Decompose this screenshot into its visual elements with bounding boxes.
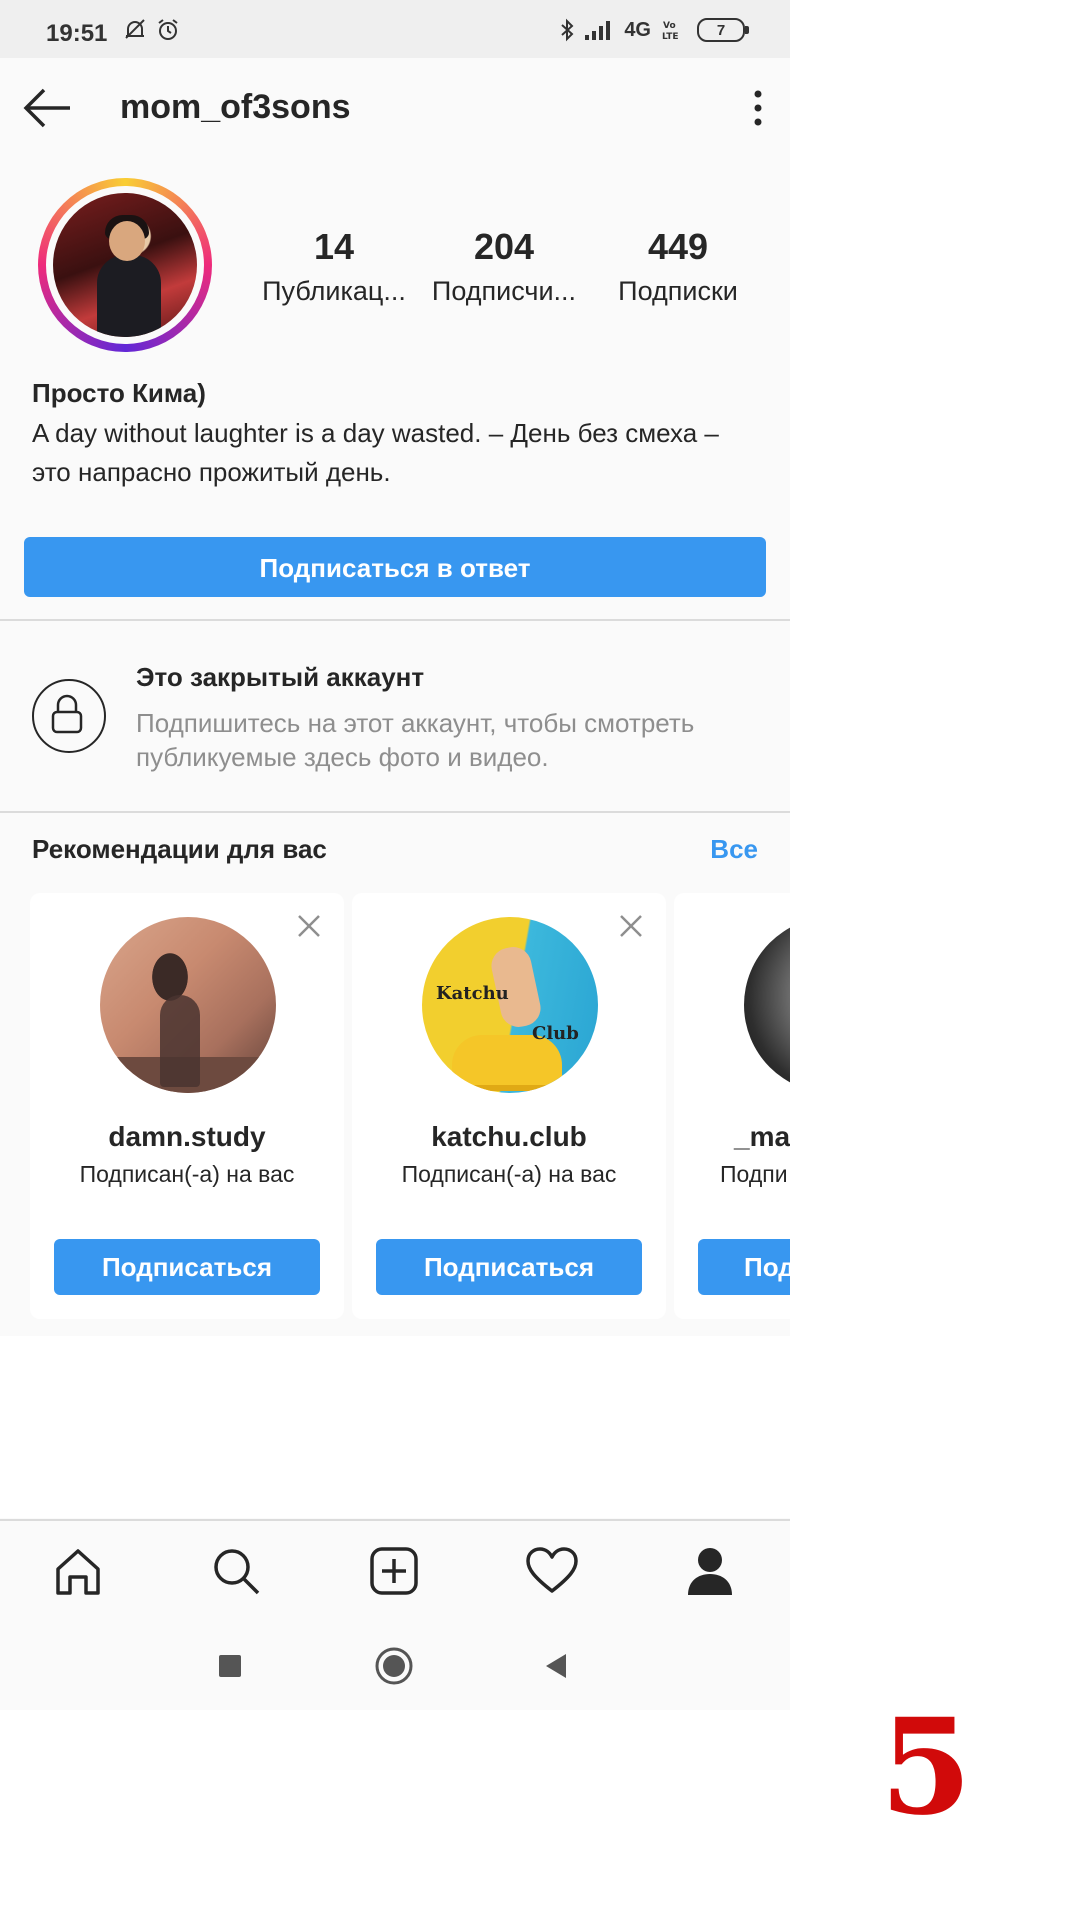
bottom-navigation bbox=[0, 1519, 790, 1621]
status-right: 4G Vo LTE 7 bbox=[560, 18, 749, 42]
battery-indicator: 7 bbox=[697, 18, 749, 42]
stat-following-label: Подписки bbox=[618, 276, 738, 306]
battery-level: 7 bbox=[716, 21, 726, 39]
suggestion-avatar[interactable] bbox=[100, 917, 276, 1093]
suggestion-username[interactable]: _mar bbox=[734, 1121, 790, 1153]
divider bbox=[0, 619, 790, 621]
see-all-link[interactable]: Все bbox=[710, 834, 758, 865]
private-lock-badge bbox=[32, 679, 106, 753]
alarm-icon bbox=[158, 19, 178, 40]
home-button-icon[interactable] bbox=[374, 1646, 414, 1686]
stat-following-count: 449 bbox=[647, 226, 709, 267]
search-icon[interactable] bbox=[208, 1543, 264, 1599]
suggestion-username[interactable]: damn.study bbox=[30, 1121, 344, 1153]
status-left-icons bbox=[124, 18, 180, 42]
profile-avatar bbox=[53, 193, 197, 337]
bio-name: Просто Кима) bbox=[32, 378, 206, 408]
stat-posts-label: Публикац... bbox=[262, 276, 406, 306]
suggestion-card[interactable]: _mar Подпи Под bbox=[674, 893, 790, 1319]
suggestion-card[interactable]: damn.study Подписан(-а) на вас Подписать… bbox=[30, 893, 344, 1319]
status-time: 19:51 bbox=[46, 20, 108, 47]
bluetooth-icon bbox=[561, 18, 574, 42]
more-options-icon[interactable] bbox=[746, 84, 770, 132]
activity-heart-icon[interactable] bbox=[524, 1543, 580, 1599]
overlay-number: 5 bbox=[880, 1690, 972, 1845]
stat-followers[interactable]: 204 Подписчи... bbox=[424, 226, 584, 307]
add-post-icon[interactable] bbox=[366, 1543, 422, 1599]
recent-apps-icon[interactable] bbox=[210, 1646, 250, 1686]
volte-icon: Vo LTE bbox=[662, 21, 679, 41]
bio-text: A day without laughter is a day wasted. … bbox=[32, 418, 719, 487]
status-bar: 19:51 4G Vo LTE 7 bbox=[0, 0, 790, 58]
profile-username: mom_of3sons bbox=[120, 88, 351, 126]
private-account-description: Подпишитесь на этот аккаунт, чтобы смотр… bbox=[136, 708, 695, 772]
suggestion-card[interactable]: Katchu Club katchu.club Подписан(-а) на … bbox=[352, 893, 666, 1319]
phone-screen: 19:51 4G Vo LTE 7 mom_of3sons 14 Публика… bbox=[0, 0, 790, 1710]
back-button-icon[interactable] bbox=[536, 1646, 576, 1686]
stat-followers-label: Подписчи... bbox=[431, 276, 577, 306]
svg-text:LTE: LTE bbox=[662, 32, 679, 41]
suggestion-subtitle: Подпи bbox=[720, 1161, 788, 1187]
follow-back-button[interactable]: Подписаться в ответ bbox=[24, 537, 766, 597]
network-type: 4G bbox=[624, 18, 651, 41]
profile-avatar-story-ring[interactable] bbox=[38, 178, 212, 352]
follow-button[interactable]: Подписаться bbox=[376, 1239, 642, 1295]
signal-icon bbox=[585, 21, 611, 40]
profile-header: mom_of3sons bbox=[0, 58, 790, 158]
private-account-title: Это закрытый аккаунт bbox=[136, 662, 425, 692]
system-navigation bbox=[0, 1620, 790, 1710]
avatar-logo-text: Club bbox=[532, 1023, 579, 1044]
avatar-logo-text: Katchu bbox=[436, 983, 509, 1004]
empty-area bbox=[0, 1336, 790, 1518]
back-arrow-icon[interactable] bbox=[22, 84, 74, 132]
suggestions-title: Рекомендации для вас bbox=[32, 834, 327, 864]
follow-button[interactable]: Подписаться bbox=[54, 1239, 320, 1295]
suggestion-username[interactable]: katchu.club bbox=[352, 1121, 666, 1153]
svg-text:Vo: Vo bbox=[663, 21, 676, 31]
stat-posts-count: 14 bbox=[313, 226, 355, 267]
divider bbox=[0, 811, 790, 813]
stat-following[interactable]: 449 Подписки bbox=[598, 226, 758, 307]
suggestion-subtitle: Подписан(-а) на вас bbox=[79, 1161, 295, 1187]
close-icon[interactable] bbox=[296, 913, 322, 939]
suggestion-avatar[interactable]: Katchu Club bbox=[422, 917, 598, 1093]
suggestion-avatar[interactable] bbox=[744, 917, 790, 1093]
stat-followers-count: 204 bbox=[473, 226, 535, 267]
close-icon[interactable] bbox=[618, 913, 644, 939]
stat-posts[interactable]: 14 Публикац... bbox=[254, 226, 414, 307]
lock-icon bbox=[51, 694, 83, 734]
mute-icon bbox=[125, 19, 145, 39]
suggestion-subtitle: Подписан(-а) на вас bbox=[401, 1161, 617, 1187]
home-icon[interactable] bbox=[50, 1543, 106, 1599]
follow-button[interactable]: Под bbox=[698, 1239, 790, 1295]
profile-icon[interactable] bbox=[682, 1543, 738, 1599]
